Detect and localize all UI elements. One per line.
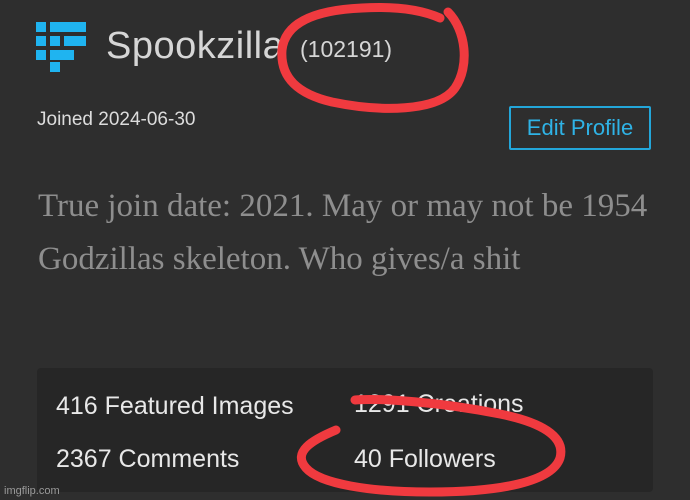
- creations-stat[interactable]: 1291 Creations: [354, 390, 524, 419]
- edit-profile-button[interactable]: Edit Profile: [509, 106, 651, 150]
- imgflip-watermark: imgflip.com: [4, 485, 60, 497]
- featured-images-stat[interactable]: 416 Featured Images: [56, 392, 294, 421]
- username: Spookzilla: [106, 25, 285, 67]
- points-count: (102191): [300, 36, 393, 62]
- pixel-avatar-icon[interactable]: [36, 22, 86, 72]
- followers-stat[interactable]: 40 Followers: [354, 445, 496, 474]
- comments-stat[interactable]: 2367 Comments: [56, 445, 239, 474]
- stats-panel: 416 Featured Images 1291 Creations 2367 …: [37, 368, 653, 492]
- profile-bio: True join date: 2021. May or may not be …: [38, 188, 648, 277]
- join-date: Joined 2024-06-30: [37, 109, 196, 130]
